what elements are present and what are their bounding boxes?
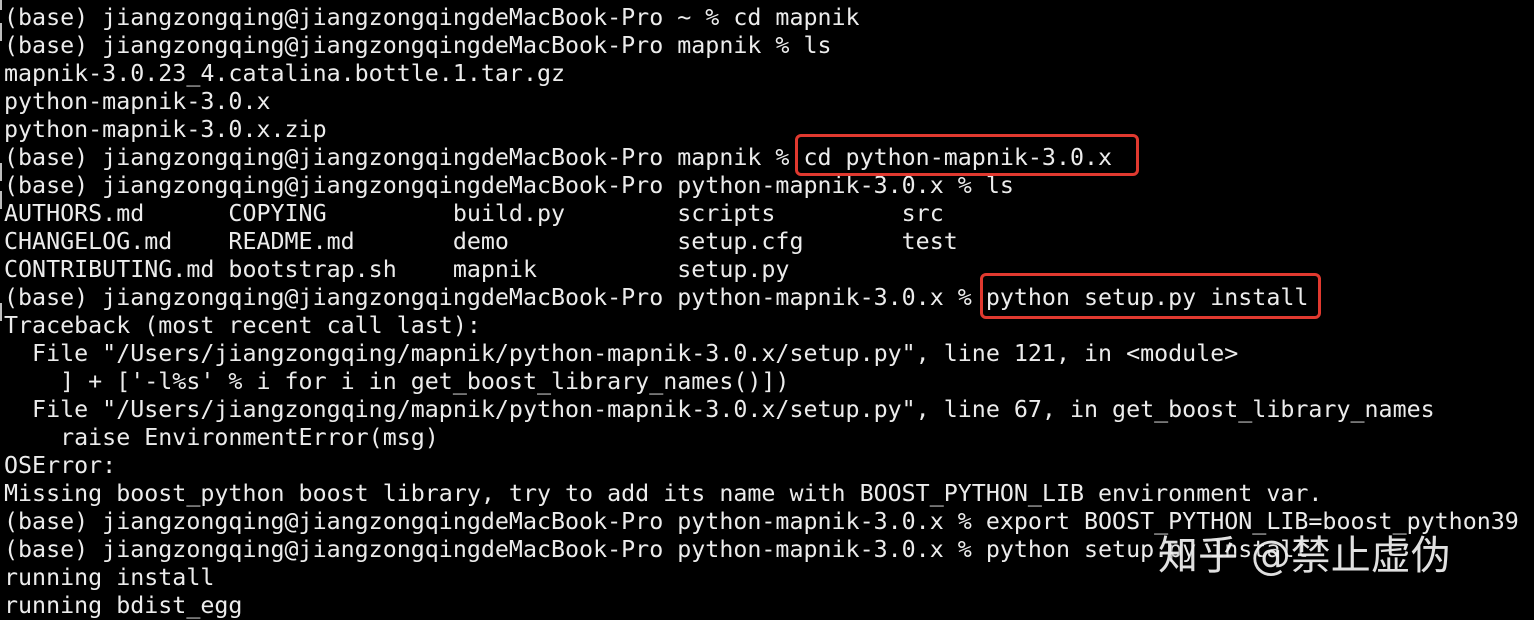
- terminal-line: OSError:: [4, 452, 117, 479]
- command-highlight-box: [980, 273, 1321, 319]
- terminal-line: python-mapnik-3.0.x.zip: [4, 116, 327, 143]
- terminal-line: running install: [4, 564, 215, 591]
- terminal-line: raise EnvironmentError(msg): [4, 424, 439, 451]
- cursor-mark: [0, 163, 2, 181]
- terminal-line: ] + ['-l%s' % i for i in get_boost_libra…: [4, 368, 790, 395]
- terminal-line: running bdist_egg: [4, 592, 243, 619]
- terminal-line: (base) jiangzongqing@jiangzongqingdeMacB…: [4, 4, 860, 31]
- cursor-mark: [0, 303, 2, 321]
- terminal-line: (base) jiangzongqing@jiangzongqingdeMacB…: [4, 32, 832, 59]
- terminal-line: CHANGELOG.md README.md demo setup.cfg te…: [4, 228, 958, 255]
- terminal-line: CONTRIBUTING.md bootstrap.sh mapnik setu…: [4, 256, 790, 283]
- cursor-mark: [0, 0, 2, 10]
- terminal-line: Traceback (most recent call last):: [4, 312, 481, 339]
- cursor-mark: [0, 23, 2, 41]
- terminal-line: Missing boost_python boost library, try …: [4, 480, 1323, 507]
- terminal-line: python-mapnik-3.0.x: [4, 88, 271, 115]
- terminal-window[interactable]: (base) jiangzongqing@jiangzongqingdeMacB…: [0, 0, 1534, 620]
- terminal-line: (base) jiangzongqing@jiangzongqingdeMacB…: [4, 172, 1014, 199]
- terminal-line: AUTHORS.md COPYING build.py scripts src: [4, 200, 944, 227]
- terminal-line: File "/Users/jiangzongqing/mapnik/python…: [4, 396, 1435, 423]
- terminal-line: (base) jiangzongqing@jiangzongqingdeMacB…: [4, 536, 1309, 563]
- terminal-line: mapnik-3.0.23_4.catalina.bottle.1.tar.gz: [4, 60, 566, 87]
- command-highlight-box: [795, 134, 1139, 176]
- cursor-mark: [0, 191, 2, 209]
- terminal-line: File "/Users/jiangzongqing/mapnik/python…: [4, 340, 1239, 367]
- watermark: 知乎 @禁止虚伪: [1158, 533, 1451, 579]
